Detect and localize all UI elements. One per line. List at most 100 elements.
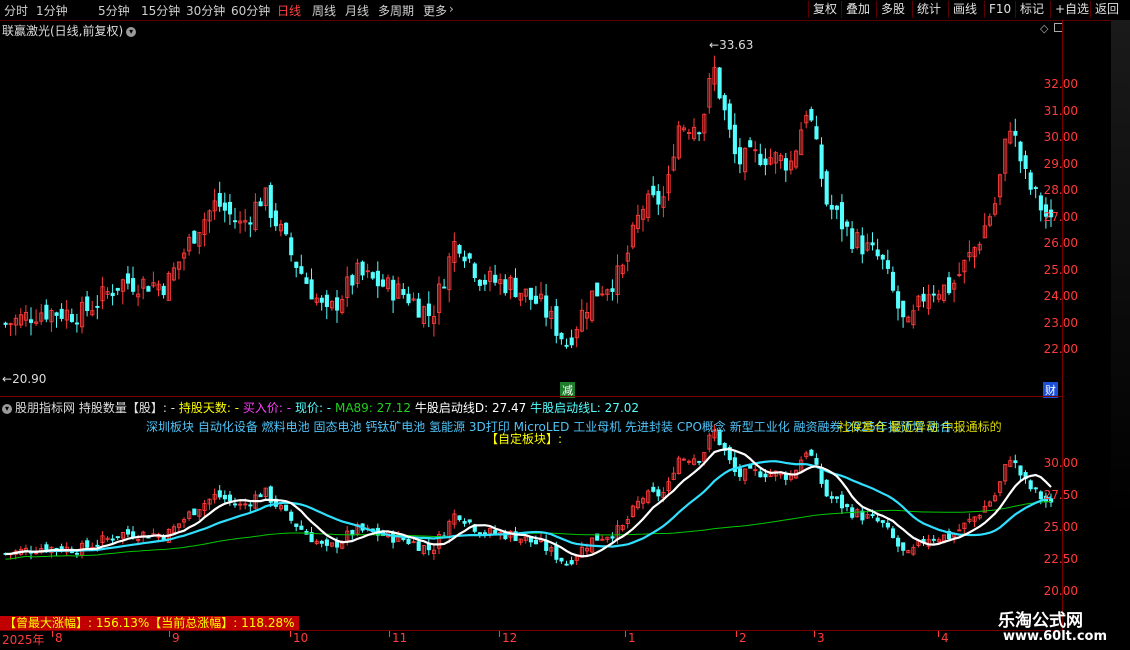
x-tick (52, 631, 53, 637)
candle-body (125, 273, 131, 284)
watermark-title: 乐淘公式网 (998, 611, 1083, 631)
candle-body (375, 270, 380, 287)
candle-body (406, 293, 411, 304)
ind-candle-body (564, 563, 569, 566)
overlay-tags: 社保重仓 最近异动 中报通标的 (838, 420, 1002, 434)
candle-body (656, 191, 661, 205)
candle-body (59, 308, 64, 319)
ind-candle-body (559, 557, 564, 562)
bull-line-l: 牛股启动线L: 27.02 (530, 401, 640, 415)
candle-body (457, 245, 462, 254)
bottom-separator (0, 630, 1062, 631)
ind-candle-body (839, 494, 845, 509)
y-tick: 22.00 (1043, 342, 1078, 356)
kline-chart[interactable] (0, 0, 1130, 650)
candle-body (233, 220, 238, 223)
x-month-label: 2 (739, 631, 747, 645)
candle-body (533, 295, 539, 304)
ind-candle-body (880, 520, 885, 523)
candle-body (931, 293, 936, 296)
candle-body (416, 298, 421, 318)
x-month-label: 4 (941, 631, 949, 645)
candle-body (564, 344, 569, 347)
candle-body (309, 279, 314, 300)
ind-candle-body (416, 541, 421, 551)
ind-candle-body (533, 539, 539, 545)
candle-body (324, 294, 329, 307)
ind-candle-body (74, 552, 80, 555)
chevron-down-icon[interactable]: ▾ (2, 403, 12, 414)
ind-candle-body (391, 532, 396, 543)
x-tick (625, 631, 626, 637)
candle-body (814, 126, 819, 140)
candle-body (528, 287, 533, 300)
ind-candle-body (299, 525, 304, 530)
ind-candle-body (651, 486, 656, 492)
x-tick (169, 631, 170, 637)
candle-body (860, 235, 865, 255)
candle-body (763, 158, 768, 166)
ind-candle-body (896, 537, 901, 547)
candle-body (477, 279, 482, 286)
candle-body (248, 222, 253, 225)
ind-candle-body (233, 503, 238, 506)
y-tick: 25.00 (1043, 263, 1078, 277)
candle-body (1033, 187, 1038, 190)
candle-body (29, 319, 34, 323)
indicator-pane-title[interactable]: ▾ 股朋指标网 持股数量【股】: - 持股天数: - 买入价: - 现价: - M… (2, 399, 639, 416)
ind-candle-body (758, 471, 763, 478)
candle-body (294, 261, 299, 268)
candle-body (462, 256, 467, 262)
candle-body (901, 300, 906, 318)
candle-body (610, 288, 615, 292)
ind-candle-body (426, 543, 431, 551)
ind-candle-body (467, 519, 472, 523)
candle-body (69, 314, 74, 323)
candle-body (227, 201, 233, 215)
candle-body (85, 296, 90, 312)
candle-body (880, 254, 885, 260)
ind-candle-body (763, 473, 768, 478)
y-tick: 30.00 (1043, 130, 1078, 144)
candle-body (748, 140, 753, 148)
candle-body (845, 221, 850, 227)
candle-body (732, 124, 737, 155)
candle-body (554, 306, 559, 336)
ind-candle-body (931, 538, 936, 541)
candle-body (161, 285, 166, 296)
bull-line-l (5, 460, 1052, 556)
candle-body (146, 286, 151, 292)
candle-body (284, 222, 289, 235)
ind-candle-body (85, 540, 90, 548)
ind-candle-body (737, 468, 743, 477)
high-price-label: ←33.63 (709, 38, 754, 52)
x-month-label: 8 (55, 631, 63, 645)
candle-body (192, 230, 197, 244)
candle-body (651, 185, 656, 196)
y-tick: 30.00 (1043, 456, 1078, 470)
ind-candle-body (824, 479, 829, 497)
low-price-label: ←20.90 (2, 372, 47, 386)
gain-summary-bar: 【曾最大涨幅】: 156.13%【当前总涨幅】: 118.28% (0, 616, 299, 630)
candle-body (370, 272, 375, 279)
ind-candle-body (870, 514, 875, 517)
candle-body (544, 295, 549, 318)
candle-body (717, 67, 722, 99)
hold-days: 持股天数: - (178, 401, 240, 415)
candle-body (289, 237, 294, 256)
candle-body (115, 287, 120, 291)
y-tick: 22.50 (1043, 552, 1078, 566)
ind-candle-body (834, 496, 839, 499)
y-tick: 27.00 (1043, 210, 1078, 224)
ind-candle-body (610, 536, 615, 539)
y-tick: 24.00 (1043, 289, 1078, 303)
candle-body (809, 109, 814, 121)
ind-candle-body (875, 517, 880, 522)
candle-body (783, 158, 788, 171)
candle-body (727, 103, 732, 130)
ind-candle-body (284, 504, 289, 511)
candle-body (217, 193, 222, 207)
candle-body (850, 228, 855, 249)
candle-body (697, 132, 702, 135)
candle-body (493, 274, 498, 283)
